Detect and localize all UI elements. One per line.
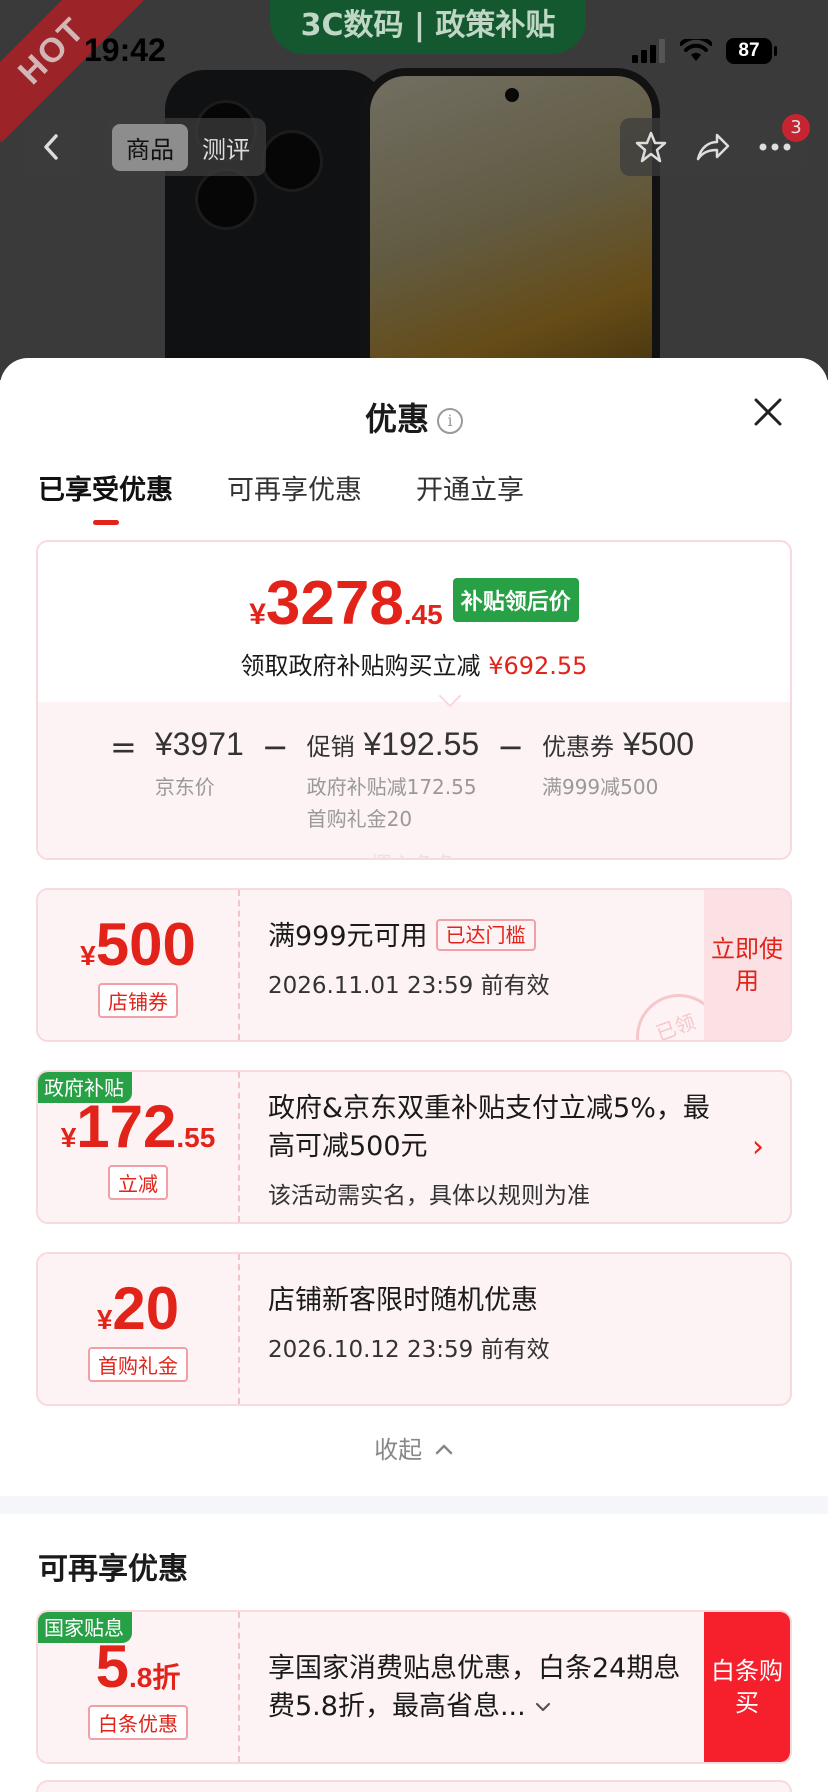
chevron-down-icon[interactable] <box>534 1701 552 1713</box>
savings-amount: ¥692.55 <box>488 652 588 680</box>
use-now-button[interactable]: 立即使用 <box>704 890 790 1040</box>
coupon-decimal: .55 <box>176 1121 216 1153</box>
offer-title-line: 享国家消费贴息优惠，白条24期息费5.8折，最高省息... <box>268 1650 700 1726</box>
price-decimal: .45 <box>403 599 443 630</box>
coupon-type-tag: 店铺券 <box>98 982 178 1018</box>
watermark: 樱心兔兔 <box>38 848 790 858</box>
discount-sheet: 优惠 i 已享受优惠 可再享优惠 开通立享 ¥ 3278 .45 补贴领后价 领取… <box>0 358 828 1792</box>
header-actions <box>620 118 806 176</box>
national-subsidy-tag: 国家贴息 <box>38 1612 132 1643</box>
price-breakdown: = ¥3971 京东价 − 促销 ¥192.55 政府补贴减172.55 首购礼金… <box>38 702 790 858</box>
coupon-card-first-buy: ¥20 首购礼金 店铺新客限时随机优惠 2026.10.12 23:59 前有效 <box>36 1252 792 1406</box>
coupon-label: 优惠券 <box>541 733 614 761</box>
coupon-type-tag: 立减 <box>108 1164 168 1200</box>
promo-value: ¥192.55 <box>363 726 480 762</box>
promo-sub-gov: 政府补贴减172.55 <box>306 775 477 799</box>
coupon-amount: 172 <box>76 1092 177 1160</box>
product-tabs: 商品 测评 <box>106 118 266 176</box>
coupon-body: 满999元可用 已达门槛 2026.11.01 23:59 前有效 <box>268 918 700 1000</box>
promo-banner: 3C数码 | 政策补贴 <box>270 0 586 54</box>
coupon-amount: 500 <box>95 910 196 978</box>
offer-body: 享国家消费贴息优惠，白条24期息费5.8折，最高省息... <box>268 1650 700 1726</box>
chevron-right-icon[interactable]: › <box>752 1130 764 1165</box>
coupon-sub: 满999减500 <box>541 775 659 799</box>
offer-card-interest: 5.8折 白条优惠 国家贴息 享国家消费贴息优惠，白条24期息费5.8折，最高省… <box>36 1610 792 1764</box>
status-icons: 87 <box>632 38 777 64</box>
coupon-validity: 2026.10.12 23:59 前有效 <box>268 1337 550 1363</box>
tab-enjoyed[interactable]: 已享受优惠 <box>38 468 173 525</box>
collapse-button[interactable]: 收起 <box>0 1430 828 1465</box>
chevron-left-icon <box>44 134 58 160</box>
sheet-title-text: 优惠 <box>364 400 429 438</box>
coupon-value: ¥500 <box>622 726 695 762</box>
promo-label: 促销 <box>306 733 355 761</box>
tab-review[interactable]: 测评 <box>194 124 258 171</box>
coupon-amount-block: ¥500 店铺券 <box>38 890 240 1040</box>
tab-activate[interactable]: 开通立享 <box>416 468 524 525</box>
price-integer: 3278 <box>265 569 404 638</box>
tab-more-offers[interactable]: 可再享优惠 <box>227 468 362 525</box>
promo-col: 促销 ¥192.55 政府补贴减172.55 首购礼金20 <box>307 726 480 835</box>
share-icon[interactable] <box>695 131 731 163</box>
star-icon[interactable] <box>634 130 668 164</box>
coupon-title: 政府&京东双重补贴支付立减5%，最高可减500元 <box>268 1093 710 1162</box>
collapse-label: 收起 <box>374 1436 423 1464</box>
minus-sign: − <box>261 728 289 766</box>
baitiao-buy-button[interactable]: 白条购买 <box>704 1612 790 1762</box>
gov-subsidy-tag: 政府补贴 <box>38 1072 132 1103</box>
coupon-card-subsidy[interactable]: ¥172.55 立减 政府补贴 政府&京东双重补贴支付立减5%，最高可减500元… <box>36 1070 792 1224</box>
equals-sign: = <box>110 728 137 766</box>
coupon-type-tag: 首购礼金 <box>88 1346 188 1382</box>
coupon-col: 优惠券 ¥500 满999减500 <box>542 726 694 803</box>
promo-sub-gift: 首购礼金20 <box>306 807 413 831</box>
offer-decimal: .8折 <box>129 1661 181 1693</box>
coupon-title: 店铺新客限时随机优惠 <box>268 1285 538 1316</box>
jd-price-col: ¥3971 京东价 <box>155 726 244 803</box>
coupon-amount-block: ¥20 首购礼金 <box>38 1254 240 1404</box>
offer-type-tag: 白条优惠 <box>88 1704 188 1740</box>
jd-price-value: ¥3971 <box>154 726 244 762</box>
coupon-title: 满999元可用 <box>268 921 428 952</box>
section-divider <box>0 1496 828 1514</box>
price-tag: 补贴领后价 <box>452 577 579 622</box>
more-icon[interactable] <box>758 142 792 152</box>
status-time: 19:42 <box>84 32 166 68</box>
notification-badge: 3 <box>782 114 810 142</box>
coupon-currency: ¥ <box>60 1121 77 1153</box>
info-icon[interactable]: i <box>437 408 463 434</box>
wifi-icon <box>680 39 712 61</box>
coupon-amount: 20 <box>112 1274 180 1342</box>
coupon-validity: 2026.11.01 23:59 前有效 <box>268 973 550 999</box>
discount-tabs: 已享受优惠 可再享优惠 开通立享 <box>38 468 524 525</box>
savings-desc: 领取政府补贴购买立减 ¥692.55 <box>38 646 790 681</box>
coupon-currency: ¥ <box>80 939 96 971</box>
minus-sign: − <box>497 728 524 766</box>
more-offers-title: 可再享优惠 <box>38 1552 188 1587</box>
final-price: ¥ 3278 .45 补贴领后价 <box>38 568 790 639</box>
price-summary-card: ¥ 3278 .45 补贴领后价 领取政府补贴购买立减 ¥692.55 = ¥3… <box>36 540 792 860</box>
chevron-up-icon <box>435 1444 453 1455</box>
battery-icon: 87 <box>726 38 777 64</box>
next-offer-card-edge <box>36 1780 792 1792</box>
coupon-card-store: ¥500 店铺券 满999元可用 已达门槛 2026.11.01 23:59 前有… <box>36 888 792 1042</box>
jd-price-label: 京东价 <box>154 775 215 799</box>
threshold-badge: 已达门槛 <box>435 919 536 951</box>
coupon-currency: ¥ <box>96 1303 113 1335</box>
coupon-sub: 该活动需实名，具体以规则为准 <box>268 1183 590 1209</box>
cellular-signal-icon <box>632 39 665 63</box>
offer-amount: 5 <box>95 1632 129 1700</box>
offer-title: 享国家消费贴息优惠，白条24期息费5.8折，最高省息... <box>268 1653 681 1722</box>
sheet-title: 优惠 i <box>0 394 828 440</box>
price-currency: ¥ <box>249 598 266 631</box>
coupon-body: 政府&京东双重补贴支付立减5%，最高可减500元 该活动需实名，具体以规则为准 <box>268 1090 720 1210</box>
back-button[interactable] <box>22 118 80 176</box>
coupon-body: 店铺新客限时随机优惠 2026.10.12 23:59 前有效 <box>268 1282 700 1364</box>
savings-text: 领取政府补贴购买立减 <box>240 652 481 680</box>
tab-product[interactable]: 商品 <box>112 123 188 171</box>
close-icon[interactable] <box>748 392 788 432</box>
